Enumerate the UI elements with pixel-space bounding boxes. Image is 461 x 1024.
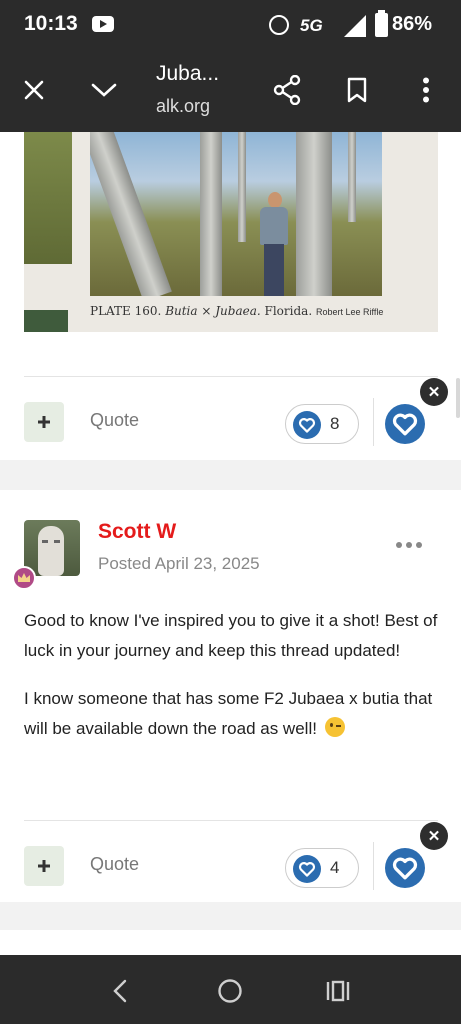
divider xyxy=(373,398,374,446)
recents-button[interactable] xyxy=(316,969,360,1013)
home-icon xyxy=(218,979,242,1003)
minimize-button[interactable] xyxy=(82,68,126,112)
wink-emoji-icon xyxy=(324,717,345,737)
image-left-foliage xyxy=(24,310,68,332)
palm-trunk xyxy=(296,132,332,296)
page-content[interactable]: PLATE 160. Butia × Jubaea. Florida. Robe… xyxy=(0,132,461,955)
page-title[interactable]: Juba... xyxy=(156,62,219,86)
quote-button[interactable]: Quote xyxy=(90,854,139,875)
heart-icon xyxy=(293,855,321,883)
post-actions: Quote 8 ✕ xyxy=(0,378,461,450)
crown-icon xyxy=(12,566,36,590)
author-name[interactable]: Scott W xyxy=(98,520,176,544)
like-button[interactable] xyxy=(385,404,425,444)
browser-toolbar: Juba... alk.org xyxy=(0,52,461,132)
multiquote-button[interactable] xyxy=(24,846,64,886)
palm-trunk xyxy=(348,132,356,222)
image-caption: PLATE 160. Butia × Jubaea. Florida. Robe… xyxy=(90,304,383,318)
close-icon[interactable]: ✕ xyxy=(420,378,448,406)
scrollbar[interactable] xyxy=(456,378,460,418)
post-actions: Quote 4 ✕ xyxy=(0,822,461,894)
plus-icon xyxy=(38,416,50,428)
signal-icon xyxy=(344,15,366,37)
battery-percent: 86% xyxy=(392,13,433,35)
status-bar: 10:13 5G 86% xyxy=(0,0,461,52)
back-button[interactable] xyxy=(98,969,142,1013)
more-vert-icon xyxy=(423,77,429,103)
divider xyxy=(24,376,438,377)
back-icon xyxy=(113,979,127,1003)
chevron-down-icon xyxy=(91,83,117,97)
heart-icon xyxy=(392,857,418,880)
post-body: Good to know I've inspired you to give i… xyxy=(24,606,444,762)
caption-species: Butia × Jubaea. xyxy=(165,304,261,318)
post-date[interactable]: Posted April 23, 2025 xyxy=(98,554,260,574)
post-paragraph: Good to know I've inspired you to give i… xyxy=(24,611,438,660)
like-button[interactable] xyxy=(385,848,425,888)
share-button[interactable] xyxy=(265,68,309,112)
palm-trunk xyxy=(90,132,172,296)
post-card: PLATE 160. Butia × Jubaea. Florida. Robe… xyxy=(0,132,461,460)
more-options-button[interactable] xyxy=(404,68,448,112)
image-left-edge xyxy=(24,132,72,264)
more-horiz-icon xyxy=(396,542,402,548)
close-icon xyxy=(24,80,44,100)
system-nav-bar xyxy=(0,955,461,1024)
bookmark-button[interactable] xyxy=(335,68,379,112)
recents-icon xyxy=(326,980,350,1002)
share-icon xyxy=(273,75,301,105)
caption-location: Florida. xyxy=(264,304,313,318)
alarm-icon xyxy=(269,15,289,35)
reaction-count: 4 xyxy=(330,858,340,877)
palm-trunk xyxy=(238,132,246,242)
plus-icon xyxy=(38,860,50,872)
bookmark-icon xyxy=(347,77,367,103)
avatar[interactable] xyxy=(24,520,80,576)
post-image[interactable]: PLATE 160. Butia × Jubaea. Florida. Robe… xyxy=(24,132,438,332)
palm-photo xyxy=(90,132,382,296)
page-url[interactable]: alk.org xyxy=(156,96,210,117)
post-paragraph: I know someone that has some F2 Jubaea x… xyxy=(24,689,433,738)
divider xyxy=(373,842,374,890)
post-card xyxy=(0,930,461,955)
quote-button[interactable]: Quote xyxy=(90,410,139,431)
heart-icon xyxy=(392,413,418,436)
heart-icon xyxy=(293,411,321,439)
youtube-icon xyxy=(92,16,114,32)
close-button[interactable] xyxy=(12,68,56,112)
caption-credit: Robert Lee Riffle xyxy=(315,307,384,317)
reaction-count-pill[interactable]: 4 xyxy=(285,848,359,888)
caption-plate: PLATE 160. xyxy=(90,304,162,318)
palm-trunk xyxy=(200,132,222,296)
battery-icon xyxy=(375,10,388,37)
status-time: 10:13 xyxy=(24,12,78,35)
reaction-count: 8 xyxy=(330,414,340,433)
home-button[interactable] xyxy=(208,969,252,1013)
post-options-button[interactable] xyxy=(396,540,422,550)
post-card: Scott W Posted April 23, 2025 Good to kn… xyxy=(0,490,461,902)
network-type: 5G xyxy=(300,16,323,35)
multiquote-button[interactable] xyxy=(24,402,64,442)
divider xyxy=(24,820,438,821)
reaction-count-pill[interactable]: 8 xyxy=(285,404,359,444)
person-figure xyxy=(258,192,290,296)
close-icon[interactable]: ✕ xyxy=(420,822,448,850)
